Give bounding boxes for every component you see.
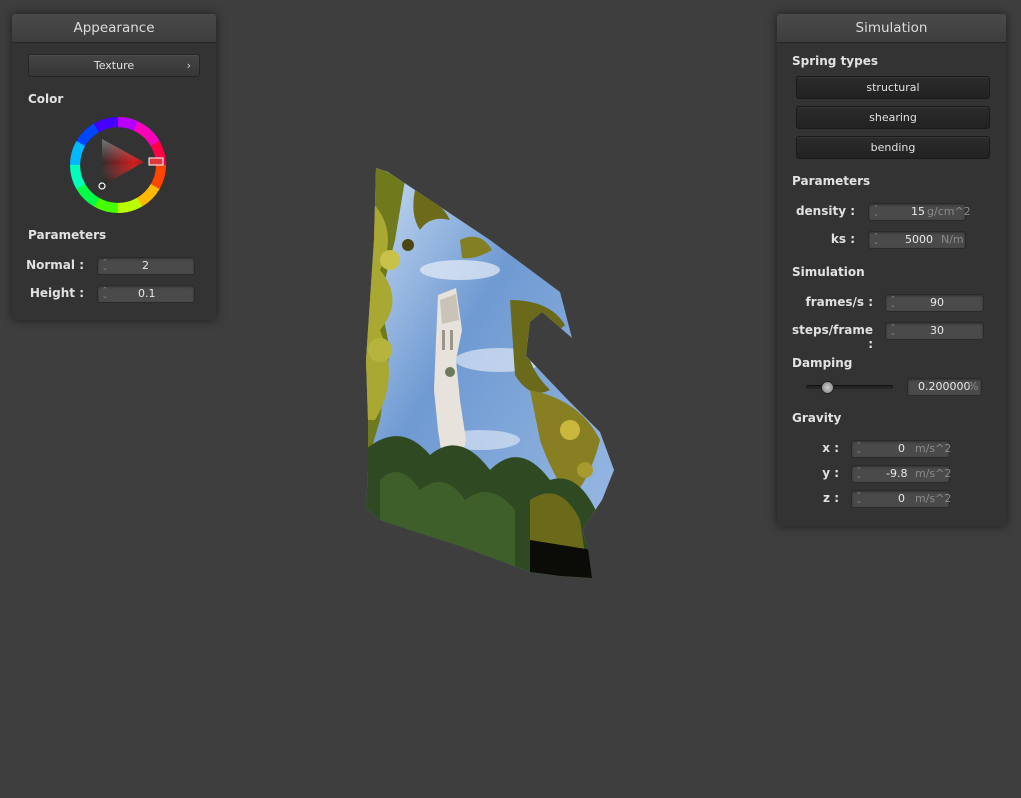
simulation-panel: Simulation Spring types structural shear… [777,14,1006,526]
gravity-z-label: z : [823,491,839,505]
height-input[interactable]: ⌃ ⌄ 0.1 [97,285,195,303]
spinner-icon[interactable]: ⌃ ⌄ [873,233,880,247]
frames-per-second-input[interactable]: ⌃ ⌄ 90 [885,294,984,312]
spring-types-title: Spring types [792,54,879,68]
density-label: density : [795,204,855,218]
spinner-icon[interactable]: ⌃ ⌄ [856,467,863,481]
bending-button[interactable]: bending [796,136,990,159]
gravity-x-label: x : [822,441,839,455]
spinner-icon[interactable]: ⌃ ⌄ [856,442,863,456]
spinner-icon[interactable]: ⌃ ⌄ [890,296,897,310]
ks-input[interactable]: ⌃ ⌄ 5000 N/m [868,231,966,249]
parameters-section-title: Parameters [792,174,871,188]
simulation-panel-title[interactable]: Simulation [777,14,1006,43]
spinner-icon[interactable]: ⌃ ⌄ [102,259,109,273]
normal-input[interactable]: ⌃ ⌄ 2 [97,257,195,275]
gravity-x-input[interactable]: ⌃ ⌄ 0 m/s^2 [851,440,951,458]
3d-viewport[interactable] [230,0,760,798]
normal-label: Normal : [26,258,84,272]
color-section-title: Color [28,92,64,106]
steps-per-frame-label: steps/frame : [791,323,873,351]
damping-slider[interactable] [806,385,893,389]
color-wheel-icon[interactable] [70,117,166,213]
ks-label: ks : [830,232,855,246]
steps-per-frame-input[interactable]: ⌃ ⌄ 30 [885,322,984,340]
texture-button[interactable]: Texture › [28,54,200,77]
parameters-section-title: Parameters [28,228,107,242]
spinner-icon[interactable]: ⌃ ⌄ [873,205,880,219]
spinner-icon[interactable]: ⌃ ⌄ [856,492,863,506]
appearance-panel: Appearance Texture › Color Parameters No… [12,14,216,320]
structural-button[interactable]: structural [796,76,990,99]
gravity-z-input[interactable]: ⌃ ⌄ 0 m/s^2 [851,490,951,508]
frames-per-second-label: frames/s : [805,295,873,309]
damping-section-title: Damping [792,356,853,370]
simulation-section-title: Simulation [792,265,865,279]
gravity-y-label: y : [822,466,839,480]
density-input[interactable]: ⌃ ⌄ 15 g/cm^2 [868,203,971,221]
height-label: Height : [29,286,84,300]
chevron-right-icon: › [186,59,191,72]
appearance-panel-title[interactable]: Appearance [12,14,216,43]
texture-button-label: Texture [93,59,135,72]
damping-slider-handle[interactable] [821,381,834,394]
gravity-y-input[interactable]: ⌃ ⌄ -9.8 m/s^2 [851,465,951,483]
spinner-icon[interactable]: ⌃ ⌄ [890,324,897,338]
damping-input[interactable]: 0.200000 % [907,378,982,396]
shearing-button[interactable]: shearing [796,106,990,129]
spinner-icon[interactable]: ⌃ ⌄ [102,287,109,301]
textured-cloth-mesh[interactable] [230,0,760,798]
gravity-section-title: Gravity [792,411,842,425]
